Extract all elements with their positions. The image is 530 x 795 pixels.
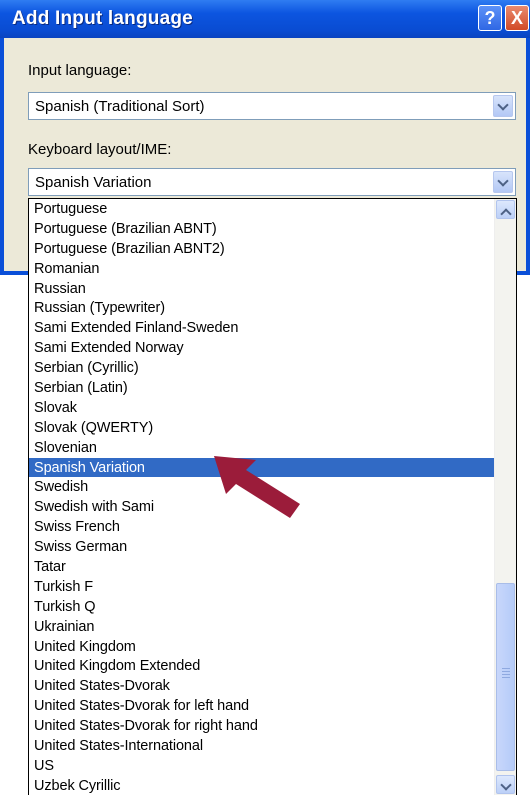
chevron-down-icon	[497, 99, 509, 111]
grip-line	[502, 668, 510, 669]
dropdown-item[interactable]: Romanian	[29, 259, 495, 279]
keyboard-layout-value: Spanish Variation	[35, 174, 152, 191]
dropdown-item[interactable]: Turkish F	[29, 577, 495, 597]
input-language-value: Spanish (Traditional Sort)	[35, 98, 205, 115]
dropdown-item[interactable]: United Kingdom Extended	[29, 656, 495, 676]
help-button[interactable]: ?	[478, 5, 502, 31]
dropdown-item[interactable]: Ukrainian	[29, 617, 495, 637]
input-language-label: Input language:	[28, 62, 132, 79]
window-title: Add Input language	[12, 8, 193, 29]
dropdown-item[interactable]: United States-International	[29, 736, 495, 756]
dropdown-item[interactable]: Sami Extended Norway	[29, 338, 495, 358]
input-language-dropdown-button[interactable]	[493, 95, 513, 117]
dropdown-item[interactable]: Turkish Q	[29, 597, 495, 617]
dropdown-item[interactable]: Tatar	[29, 557, 495, 577]
dropdown-item[interactable]: Portuguese	[29, 199, 495, 219]
dropdown-item[interactable]: United States-Dvorak for right hand	[29, 716, 495, 736]
dropdown-item[interactable]: Sami Extended Finland-Sweden	[29, 318, 495, 338]
keyboard-layout-dropdown-button[interactable]	[493, 171, 513, 193]
scroll-up-button[interactable]	[496, 200, 515, 220]
arrow-shape	[214, 456, 300, 518]
dropdown-item[interactable]: Portuguese (Brazilian ABNT2)	[29, 239, 495, 259]
dropdown-item[interactable]: Portuguese (Brazilian ABNT)	[29, 219, 495, 239]
dropdown-item[interactable]: United Kingdom	[29, 637, 495, 657]
dropdown-item[interactable]: Uzbek Cyrillic	[29, 776, 495, 795]
chevron-up-icon	[500, 208, 512, 220]
close-button[interactable]: X	[505, 5, 529, 31]
input-language-select[interactable]: Spanish (Traditional Sort)	[28, 92, 516, 120]
dropdown-item[interactable]: United States-Dvorak for left hand	[29, 696, 495, 716]
dropdown-item[interactable]: Russian	[29, 279, 495, 299]
dropdown-item[interactable]: US	[29, 756, 495, 776]
dropdown-item[interactable]: Russian (Typewriter)	[29, 298, 495, 318]
annotation-arrow-icon	[214, 456, 300, 518]
dropdown-scrollbar[interactable]	[494, 199, 516, 795]
scroll-thumb[interactable]	[496, 583, 515, 771]
dropdown-item[interactable]: Slovak	[29, 398, 495, 418]
dropdown-item[interactable]: Serbian (Latin)	[29, 378, 495, 398]
dropdown-item[interactable]: United States-Dvorak	[29, 676, 495, 696]
dropdown-item[interactable]: Slovak (QWERTY)	[29, 418, 495, 438]
chevron-down-icon	[497, 175, 509, 187]
scroll-down-button[interactable]	[496, 775, 515, 794]
keyboard-layout-label: Keyboard layout/IME:	[28, 141, 172, 158]
keyboard-layout-select[interactable]: Spanish Variation	[28, 168, 516, 196]
grip-line	[502, 671, 510, 672]
grip-line	[502, 677, 510, 678]
dropdown-item[interactable]: Swiss German	[29, 537, 495, 557]
grip-line	[502, 674, 510, 675]
title-bar[interactable]: Add Input language ? X	[0, 0, 530, 38]
dropdown-item[interactable]: Serbian (Cyrillic)	[29, 358, 495, 378]
chevron-down-icon	[500, 779, 512, 791]
